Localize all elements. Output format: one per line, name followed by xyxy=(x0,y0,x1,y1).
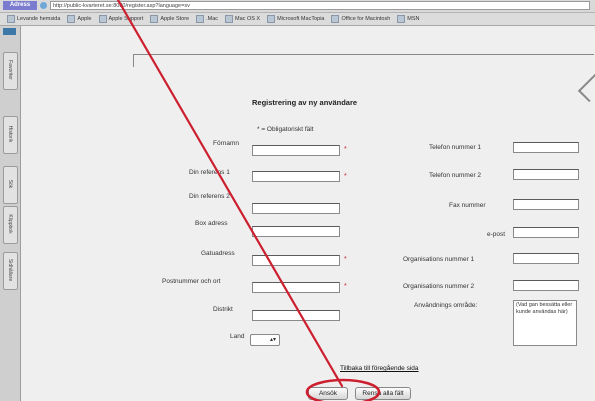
address-label: Adress xyxy=(3,1,37,10)
phone-2-input[interactable] xyxy=(513,169,579,180)
bookmark-icon xyxy=(397,15,406,23)
field-label: Organisations nummer 1 xyxy=(403,256,475,263)
bookmark-label: Apple xyxy=(77,16,92,22)
chevron-updown-icon: ▴▾ xyxy=(269,337,276,343)
bookmark-icon xyxy=(67,15,76,23)
field-label: Telefon nummer 2 xyxy=(429,172,482,179)
chevron-left-icon[interactable] xyxy=(577,73,595,103)
bookmark-item[interactable]: Office for Macintosh xyxy=(331,15,390,23)
field-label: Användnings område: xyxy=(414,302,478,309)
usage-textarea[interactable]: (Vad gan bessätta eller kunde användas h… xyxy=(513,300,577,346)
phone-1-input[interactable] xyxy=(513,142,579,153)
reference-1-input[interactable] xyxy=(252,171,340,182)
bookmark-label: Office for Macintosh xyxy=(341,16,391,22)
field-label: Postnummer och ort xyxy=(162,278,221,285)
tab-label: Sök xyxy=(7,179,13,189)
bookmark-label: .Mac xyxy=(206,16,219,22)
bookmark-icon xyxy=(150,15,159,23)
tab-scrapbook[interactable]: Klippbok xyxy=(3,206,18,244)
tab-search[interactable]: Sök xyxy=(3,166,18,204)
email-input[interactable] xyxy=(513,227,579,238)
page-icon xyxy=(40,2,47,9)
field-label: Box adress xyxy=(195,220,228,227)
bookmark-icon xyxy=(267,15,276,23)
submit-button[interactable]: Ansök xyxy=(308,387,348,400)
required-note: * = Obligatoriskt fält xyxy=(257,126,314,133)
country-select[interactable]: ▴▾ xyxy=(250,334,280,346)
tab-page-holder[interactable]: Sidhållare xyxy=(3,252,18,290)
field-label: Förnamn xyxy=(213,140,240,147)
bookmark-label: Apple Support xyxy=(108,16,144,22)
field-label: Gatuadress xyxy=(201,250,235,257)
bookmark-item[interactable]: Mac OS X xyxy=(225,15,260,23)
field-label: Fax nummer xyxy=(449,202,486,209)
frame-border xyxy=(133,54,594,67)
required-marker: * xyxy=(344,256,347,263)
first-name-input[interactable] xyxy=(252,145,340,156)
field-label: Din referens 2 xyxy=(189,193,230,200)
field-label: Land xyxy=(230,333,245,340)
tab-favorites[interactable]: Favoriter xyxy=(3,52,18,90)
url-field[interactable]: http://public-kvarteret.se:8080/register… xyxy=(50,1,590,10)
tab-label: Klippbok xyxy=(7,214,13,234)
postal-city-input[interactable] xyxy=(252,282,340,293)
field-label: Telefon nummer 1 xyxy=(429,144,482,151)
bookmark-item[interactable]: Levande hemsida xyxy=(7,15,60,23)
sidebar: Favoriter Historik Sök Klippbok Sidhålla… xyxy=(0,26,21,401)
bookmark-item[interactable]: Apple Support xyxy=(98,15,144,23)
bookmark-item[interactable]: Microsoft MacTopia xyxy=(267,15,324,23)
bookmark-label: MSN xyxy=(407,16,420,22)
required-marker: * xyxy=(344,173,347,180)
bookmark-icon xyxy=(98,15,107,23)
bookmark-label: Apple Store xyxy=(160,16,190,22)
tab-label: Favoriter xyxy=(7,60,13,80)
bookmark-label: Levande hemsida xyxy=(17,16,61,22)
fax-input[interactable] xyxy=(513,199,579,210)
bookmark-item[interactable]: .Mac xyxy=(196,15,218,23)
required-marker: * xyxy=(344,283,347,290)
org-number-1-input[interactable] xyxy=(513,253,579,264)
bookmark-icon xyxy=(225,15,234,23)
bookmark-item[interactable]: Apple xyxy=(67,15,92,23)
field-label: Distrikt xyxy=(213,306,233,313)
reset-button[interactable]: Rensa alla fält xyxy=(355,387,411,400)
reference-2-input[interactable] xyxy=(252,203,340,214)
bookmark-item[interactable]: Apple Store xyxy=(150,15,189,23)
box-address-input[interactable] xyxy=(252,226,340,237)
bookmark-item[interactable]: MSN xyxy=(397,15,420,23)
district-input[interactable] xyxy=(252,310,340,321)
bookmark-icon xyxy=(7,15,15,23)
field-label: Organisations nummer 2 xyxy=(403,283,475,290)
page-content: Registrering av ny användare * = Obligat… xyxy=(21,26,595,401)
street-address-input[interactable] xyxy=(252,255,340,266)
bookmark-icon xyxy=(331,15,340,23)
field-label: Din referens 1 xyxy=(189,169,230,176)
tab-label: Sidhållare xyxy=(7,258,13,282)
org-number-2-input[interactable] xyxy=(513,280,579,291)
tab-history[interactable]: Historik xyxy=(3,116,18,154)
tab-label: Historik xyxy=(7,125,13,143)
address-bar: Adress http://public-kvarteret.se:8080/r… xyxy=(0,0,595,13)
sidebar-tab-indicator xyxy=(3,28,16,35)
field-label: e-post xyxy=(487,231,506,238)
bookmark-label: Microsoft MacTopia xyxy=(277,16,325,22)
required-marker: * xyxy=(344,146,347,153)
bookmark-label: Mac OS X xyxy=(235,16,261,22)
form-title: Registrering av ny användare xyxy=(252,98,358,107)
bookmarks-bar: Levande hemsida Apple Apple Support Appl… xyxy=(0,13,595,26)
bookmark-icon xyxy=(196,15,205,23)
back-link[interactable]: Tillbaka till föregående sida xyxy=(340,365,419,372)
